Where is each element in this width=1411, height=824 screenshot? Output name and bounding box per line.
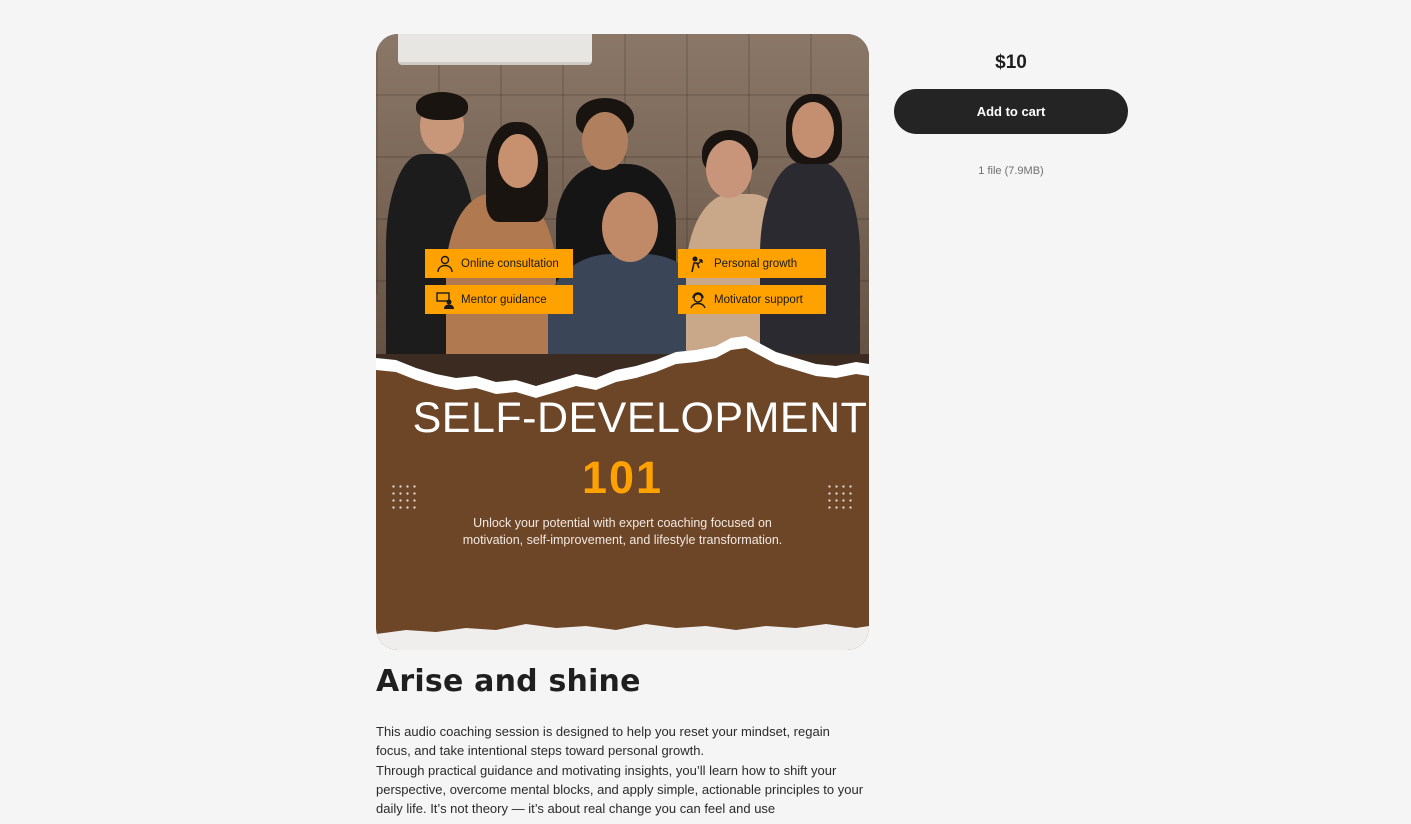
description-paragraph-1: This audio coaching session is designed … [376,724,830,759]
headline-number-text: 101 [581,452,664,503]
product-title: Arise and shine [376,664,641,699]
badge-label: Mentor guidance [461,293,547,306]
add-to-cart-button[interactable]: Add to cart [894,89,1128,134]
product-description: This audio coaching session is designed … [376,722,866,818]
person-6-head [792,102,834,158]
presentation-icon [435,290,455,310]
dot-pattern-left [390,483,418,513]
dot-pattern-right [826,483,854,513]
bottom-torn-edge [376,624,869,650]
badge-personal-growth: Personal growth [678,249,826,278]
support-icon [688,290,708,310]
cover-headline-number: 101 [376,452,869,504]
badge-label: Personal growth [714,257,798,270]
tagline-line-2: motivation, self-improvement, and lifest… [462,533,783,547]
badge-label: Motivator support [714,293,803,306]
tagline-line-1: Unlock your potential with expert coachi… [473,516,772,530]
cover-tagline: Unlock your potential with expert coachi… [416,515,829,549]
cover-headline: SELF-DEVELOPMENT [412,394,868,442]
growth-icon [688,254,708,274]
product-cover-image[interactable]: Online consultation Mentor guidance Pers… [376,34,869,650]
person-3-head [582,112,628,170]
person-1-hair [416,92,468,120]
badge-online-consultation: Online consultation [425,249,573,278]
file-info: 1 file (7.9MB) [978,165,1044,177]
consultant-icon [435,254,455,274]
price: $10 [995,52,1027,73]
badge-mentor-guidance: Mentor guidance [425,285,573,314]
person-4-head [602,192,658,262]
description-paragraph-2: Through practical guidance and motivatin… [376,762,864,817]
air-conditioner [398,34,592,65]
badge-motivator-support: Motivator support [678,285,826,314]
person-2-face [498,134,538,188]
person-5-head [706,140,752,198]
badge-label: Online consultation [461,257,559,270]
